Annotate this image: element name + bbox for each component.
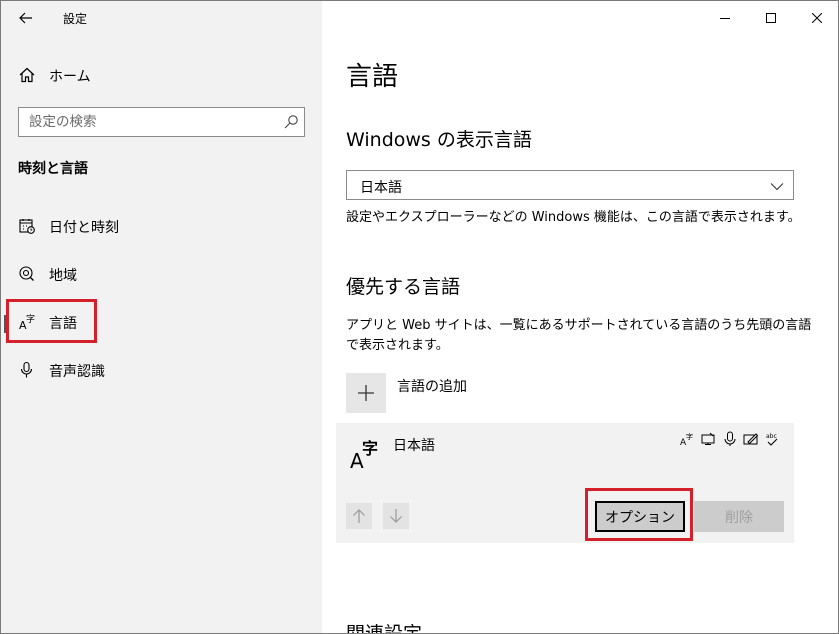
spell-check-icon: abc: [764, 431, 780, 447]
speech-recognition-icon: [722, 431, 738, 447]
highlight-box-options: [585, 488, 693, 541]
settings-window: 設定 ホーム 時刻と言語 日付と時刻: [0, 0, 839, 634]
text-to-speech-icon: [701, 431, 717, 447]
section-title: 時刻と言語: [18, 161, 88, 177]
sidebar-item-label: 音声認識: [49, 364, 105, 380]
plus-icon: [358, 385, 374, 401]
back-arrow-icon: [19, 12, 32, 24]
plus-box: [346, 373, 386, 413]
language-card-japanese[interactable]: A 字 日本語 A 字 abc オプション 削除: [336, 423, 794, 543]
svg-text:字: 字: [686, 432, 693, 441]
language-pack-icon: A 字: [680, 431, 696, 448]
related-settings-heading: 関連設定: [346, 623, 423, 634]
page-title: 言語: [346, 62, 399, 92]
move-up-button[interactable]: [346, 503, 372, 529]
display-language-dropdown[interactable]: 日本語: [346, 170, 794, 200]
language-feature-icons: A 字 abc: [680, 431, 780, 448]
dropdown-value: 日本語: [360, 180, 402, 196]
sidebar-item-region[interactable]: 地域: [1, 254, 322, 294]
window-controls: [702, 1, 838, 35]
sidebar-item-home[interactable]: ホーム: [1, 59, 322, 91]
remove-button[interactable]: 削除: [694, 501, 784, 532]
maximize-icon: [766, 13, 776, 23]
title-bar: 設定: [1, 1, 322, 35]
add-language-button[interactable]: 言語の追加: [346, 373, 546, 413]
home-icon: [19, 67, 35, 83]
chevron-down-icon: [770, 183, 784, 191]
add-language-label: 言語の追加: [397, 379, 467, 395]
svg-text:字: 字: [362, 439, 378, 458]
search-input[interactable]: [19, 108, 269, 136]
sidebar-item-date-time[interactable]: 日付と時刻: [1, 206, 322, 246]
back-button[interactable]: [11, 5, 41, 31]
language-icon: A 字: [350, 439, 378, 471]
preferred-language-heading: 優先する言語: [346, 276, 461, 298]
display-language-heading: Windows の表示言語: [346, 129, 532, 151]
maximize-button[interactable]: [748, 1, 794, 35]
move-down-button[interactable]: [383, 503, 409, 529]
sidebar-item-label: 地域: [49, 268, 77, 284]
close-icon: [812, 13, 822, 23]
svg-text:abc: abc: [766, 433, 777, 440]
app-title: 設定: [63, 12, 88, 26]
handwriting-icon: [743, 431, 759, 447]
display-language-description: 設定やエクスプローラーなどの Windows 機能は、この言語で表示されます。: [346, 210, 801, 225]
minimize-button[interactable]: [702, 1, 748, 35]
preferred-language-description-1: アプリと Web サイトは、一覧にあるサポートされている言語のうち先頭の言語: [346, 318, 812, 333]
close-button[interactable]: [794, 1, 838, 35]
highlight-box-language: [6, 299, 97, 343]
search-box[interactable]: [18, 107, 305, 137]
arrow-down-icon: [390, 509, 402, 523]
minimize-icon: [720, 18, 730, 19]
search-icon: [284, 115, 298, 129]
clock-calendar-icon: [19, 219, 35, 234]
sidebar-item-speech[interactable]: 音声認識: [1, 350, 322, 390]
language-name: 日本語: [393, 438, 435, 454]
sidebar-item-label: ホーム: [49, 69, 91, 85]
preferred-language-description-2: で表示されます。: [346, 338, 449, 353]
microphone-icon: [20, 361, 33, 378]
arrow-up-icon: [353, 509, 365, 523]
sidebar-item-label: 日付と時刻: [49, 220, 119, 236]
main-content: 言語 Windows の表示言語 日本語 設定やエクスプローラーなどの Wind…: [322, 1, 838, 634]
globe-icon: [19, 266, 34, 281]
